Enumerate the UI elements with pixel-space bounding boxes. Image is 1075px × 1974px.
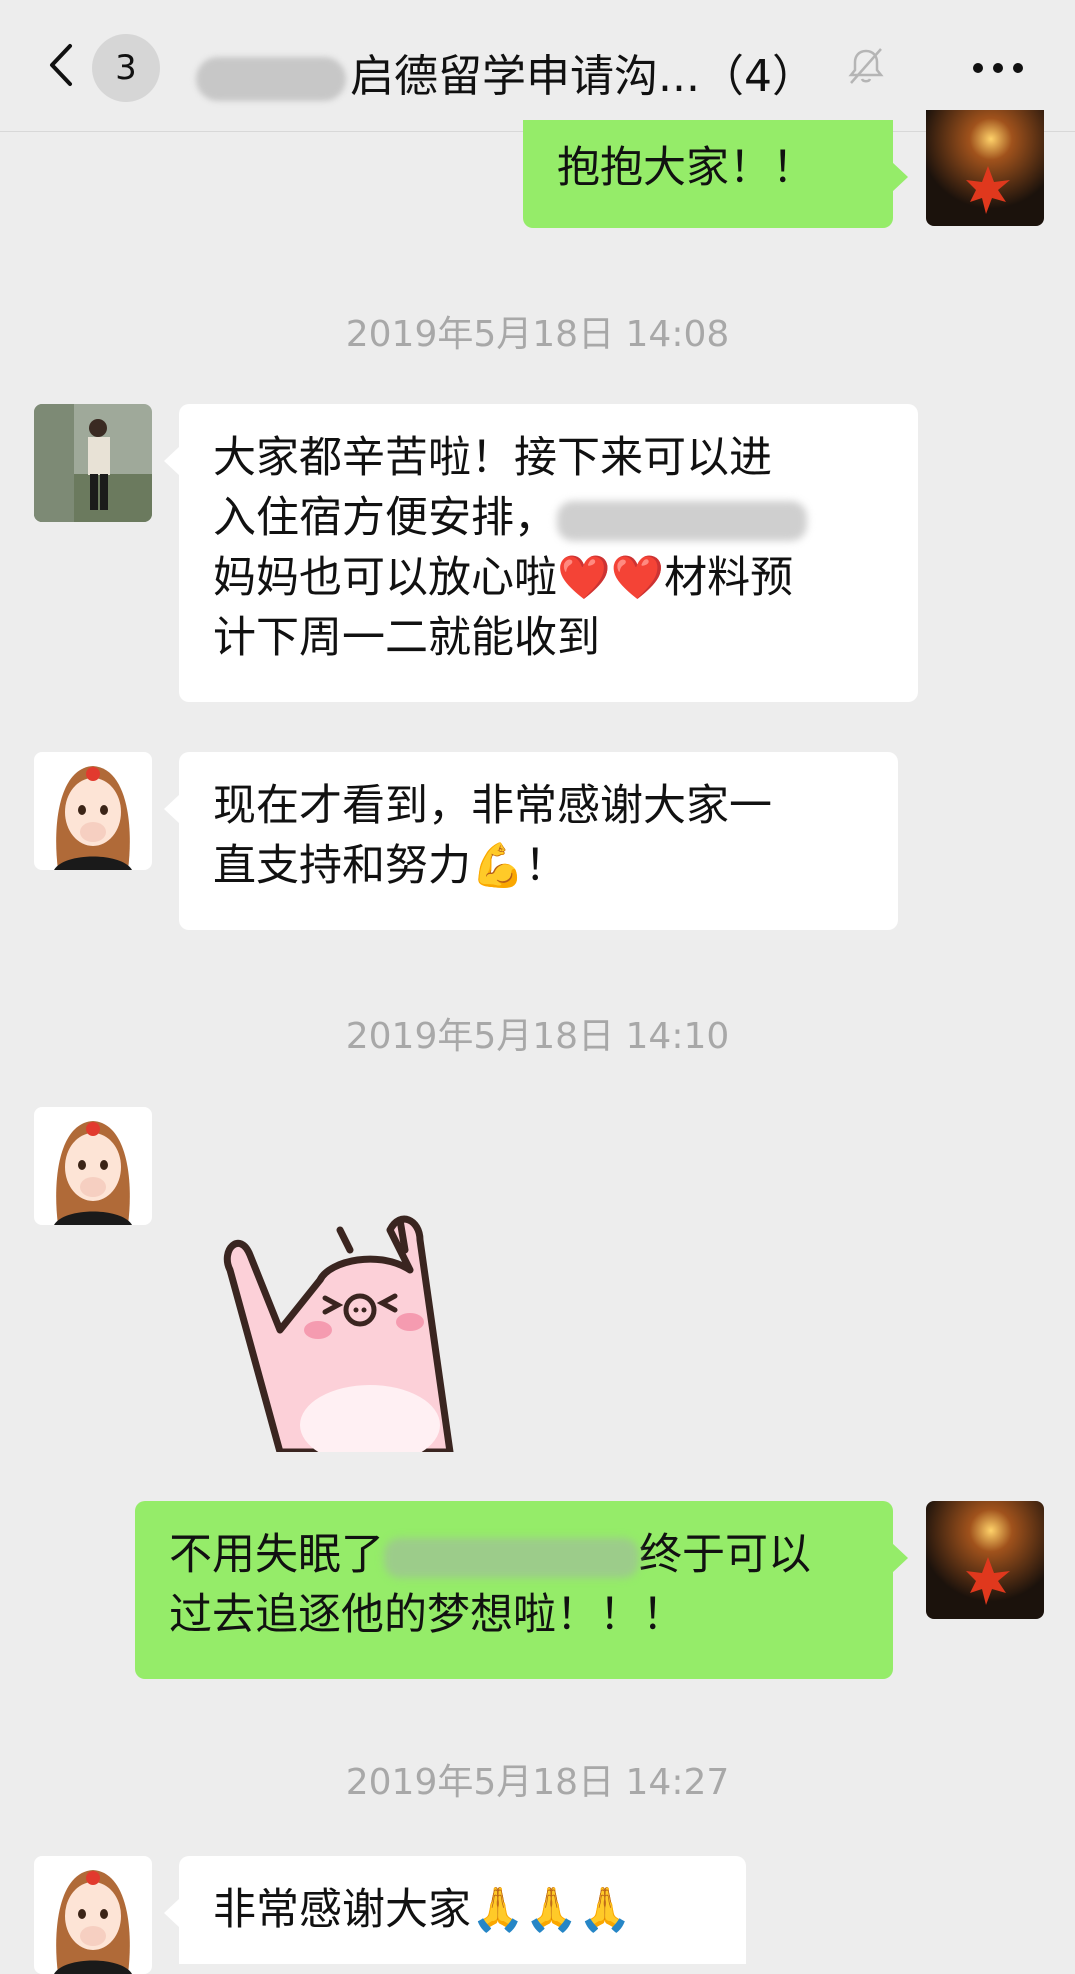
message-text-line: 妈妈也可以放心啦❤️❤️材料预 <box>213 548 884 608</box>
unread-count-badge[interactable]: 3 <box>92 34 160 102</box>
message-text-fragment: ！ <box>524 841 568 891</box>
cartoon-girl-avatar-image <box>34 1107 152 1225</box>
flexed-biceps-emoji: 💪 <box>471 841 525 891</box>
maple-leaf-avatar-image <box>926 1501 1044 1619</box>
folded-hands-emoji: 🙏🙏🙏 <box>471 1885 632 1935</box>
person-photo-avatar-image <box>34 404 152 522</box>
message-text-fragment: 妈妈也可以放心啦 <box>213 553 557 603</box>
avatar-sender-1[interactable] <box>34 404 152 522</box>
message-text-line: 计下周一二就能收到 <box>213 613 600 663</box>
pig-sticker-image[interactable] <box>220 1210 540 1452</box>
cartoon-girl-avatar-image <box>34 1856 152 1974</box>
more-ellipsis-icon[interactable] <box>968 48 1028 88</box>
message-text-fragment: 材料预 <box>664 553 794 603</box>
message-text: 非常感谢大家 <box>213 1885 471 1935</box>
avatar-sender-2[interactable] <box>34 752 152 870</box>
message-text-line: 过去追逐他的梦想啦！！！ <box>169 1590 685 1640</box>
avatar-sender-2[interactable] <box>34 1107 152 1225</box>
message-text-line: 现在才看到，非常感谢大家一 <box>213 781 772 831</box>
message-text-line: 不用失眠了 终于可以 <box>169 1525 859 1585</box>
redacted-name <box>384 1537 639 1578</box>
message-text: 抱抱大家！！ <box>557 143 815 193</box>
bell-off-icon <box>848 48 884 84</box>
message-text-fragment: 直支持和努力 <box>213 841 471 891</box>
timestamp: 2019年5月18日 14:08 <box>345 314 730 355</box>
pig-sticker-icon <box>223 1215 454 1452</box>
message-text-line: 大家都辛苦啦！接下来可以进 <box>213 433 772 483</box>
cartoon-girl-avatar-image <box>34 752 152 870</box>
chevron-left-icon[interactable] <box>40 40 90 90</box>
message-bubble-other[interactable]: 现在才看到，非常感谢大家一 直支持和努力💪！ <box>164 752 898 930</box>
message-text-line: 直支持和努力💪！ <box>213 836 864 896</box>
avatar-self[interactable] <box>926 110 1044 226</box>
message-text-line: 入住宿方便安排， <box>213 488 884 548</box>
avatar-self[interactable] <box>926 1501 1044 1619</box>
message-text-fragment: 入住宿方便安排， <box>213 493 557 543</box>
chat-title-text: 启德留学申请沟...（4） <box>350 51 816 102</box>
chat-header: 3 启德留学申请沟...（4） <box>0 0 1075 132</box>
message-bubble-other[interactable]: 大家都辛苦啦！接下来可以进 入住宿方便安排， 妈妈也可以放心啦❤️❤️材料预 计… <box>164 404 918 702</box>
message-bubble-self[interactable]: 不用失眠了 终于可以 过去追逐他的梦想啦！！！ <box>135 1501 908 1679</box>
maple-leaf-avatar-image <box>926 110 1044 226</box>
avatar-sender-2[interactable] <box>34 1856 152 1974</box>
message-bubble-self[interactable]: 抱抱大家！！ <box>523 120 908 228</box>
message-text-fragment: 终于可以 <box>639 1530 811 1580</box>
message-text-fragment: 不用失眠了 <box>169 1530 384 1580</box>
heart-emoji: ❤️❤️ <box>557 553 665 603</box>
redacted-title-part <box>196 57 346 101</box>
timestamp: 2019年5月18日 14:10 <box>345 1016 730 1057</box>
message-bubble-other[interactable]: 非常感谢大家🙏🙏🙏 <box>164 1856 746 1964</box>
chat-title: 启德留学申请沟...（4） <box>196 40 816 104</box>
timestamp: 2019年5月18日 14:27 <box>345 1762 730 1803</box>
redacted-name <box>557 500 807 541</box>
